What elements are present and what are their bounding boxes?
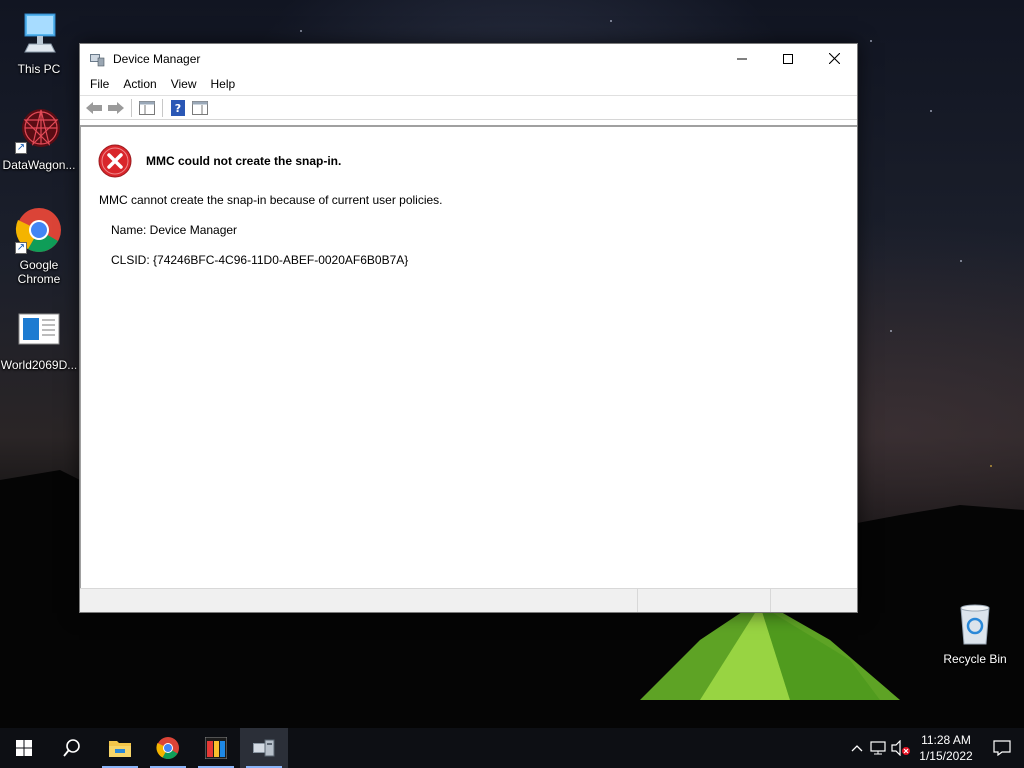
device-manager-icon: [253, 739, 275, 757]
error-message: MMC cannot create the snap-in because of…: [99, 193, 443, 207]
chevron-up-icon: [851, 745, 863, 752]
app-icon: [205, 737, 227, 759]
menu-view[interactable]: View: [164, 73, 204, 95]
network-button[interactable]: [868, 728, 890, 768]
recycle-bin-icon: [960, 604, 990, 645]
status-pane-tertiary: [771, 589, 857, 612]
taskbar-chrome[interactable]: [144, 728, 192, 768]
shortcut-arrow-icon: ↗: [15, 142, 27, 154]
error-title: MMC could not create the snap-in.: [146, 154, 342, 168]
desktop-icon-label: Recycle Bin: [943, 652, 1007, 666]
toolbar-separator: [162, 98, 163, 117]
clock-date: 1/15/2022: [919, 749, 973, 763]
show-hide-action-pane-icon: [192, 100, 208, 115]
taskbar-device-manager[interactable]: [240, 728, 288, 768]
status-bar: [80, 588, 857, 612]
start-button[interactable]: [0, 728, 48, 768]
document-icon: [18, 313, 60, 345]
volume-button[interactable]: [890, 728, 912, 768]
toolbar-separator: [131, 98, 132, 117]
error-icon: [98, 144, 132, 178]
action-center-button[interactable]: [980, 728, 1024, 768]
toolbar: ?: [80, 95, 857, 120]
clock-time: 11:28 AM: [921, 733, 971, 747]
maximize-icon: [783, 53, 793, 64]
snap-in-name: Name: Device Manager: [111, 223, 238, 237]
menu-bar: File Action View Help: [80, 73, 857, 95]
error-header: MMC could not create the snap-in.: [98, 144, 341, 178]
search-icon: [63, 739, 80, 757]
notification-icon: [993, 740, 1011, 756]
close-icon: [828, 53, 840, 64]
desktop-icon-label: This PC: [17, 62, 61, 76]
chrome-icon: [156, 737, 179, 759]
back-icon: [86, 101, 102, 114]
device-manager-icon: [90, 53, 105, 66]
forward-icon: [108, 101, 124, 114]
help-icon: ?: [171, 99, 185, 116]
start-icon: [16, 740, 32, 756]
device-manager-window: Device Manager File Action View Help ? M…: [79, 43, 858, 613]
menu-action[interactable]: Action: [116, 73, 163, 95]
snap-in-clsid: CLSID: {74246BFC-4C96-11D0-ABEF-0020AF6B…: [111, 253, 409, 267]
clock[interactable]: 11:28 AM 1/15/2022: [912, 732, 980, 764]
taskbar: 11:28 AM 1/15/2022: [0, 728, 1024, 768]
desktop-icon-world2069[interactable]: World2069D...: [0, 306, 78, 372]
window-title: Device Manager: [113, 51, 201, 66]
menu-file[interactable]: File: [83, 73, 116, 95]
volume-muted-icon: [891, 740, 910, 756]
show-hidden-icons-button[interactable]: [846, 728, 868, 768]
show-hide-console-tree-button[interactable]: [136, 98, 158, 118]
desktop-icon-recycle-bin[interactable]: Recycle Bin: [936, 600, 1014, 666]
help-button[interactable]: ?: [167, 98, 189, 118]
desktop-icon-datawagon[interactable]: ↗ DataWagon...: [0, 106, 78, 172]
snap-in-error-pane: MMC could not create the snap-in. MMC ca…: [80, 125, 857, 588]
status-pane-secondary: [638, 589, 771, 612]
show-hide-action-pane-button[interactable]: [189, 98, 211, 118]
desktop-icon-chrome[interactable]: ↗ Google Chrome: [0, 206, 78, 286]
computer-icon: [24, 13, 56, 53]
desktop-icon-this-pc[interactable]: This PC: [0, 10, 78, 76]
desktop-icon-label: World2069D...: [0, 358, 78, 372]
desktop-icon-label: Google Chrome: [17, 258, 61, 286]
show-hide-console-tree-icon: [139, 100, 155, 115]
taskbar-app[interactable]: [192, 728, 240, 768]
search-button[interactable]: [48, 728, 96, 768]
network-icon: [870, 741, 886, 755]
title-bar[interactable]: Device Manager: [80, 44, 857, 73]
file-explorer-icon: [109, 741, 131, 757]
minimize-button[interactable]: [719, 44, 765, 73]
close-button[interactable]: [811, 44, 857, 73]
desktop-icon-label: DataWagon...: [2, 158, 76, 172]
svg-text:?: ?: [175, 102, 181, 115]
system-tray: 11:28 AM 1/15/2022: [846, 728, 1024, 768]
taskbar-file-explorer[interactable]: [96, 728, 144, 768]
maximize-button[interactable]: [765, 44, 811, 73]
forward-button[interactable]: [105, 98, 127, 118]
back-button[interactable]: [83, 98, 105, 118]
minimize-icon: [737, 58, 747, 59]
status-pane-main: [80, 589, 638, 612]
shortcut-arrow-icon: ↗: [15, 242, 27, 254]
menu-help[interactable]: Help: [204, 73, 243, 95]
